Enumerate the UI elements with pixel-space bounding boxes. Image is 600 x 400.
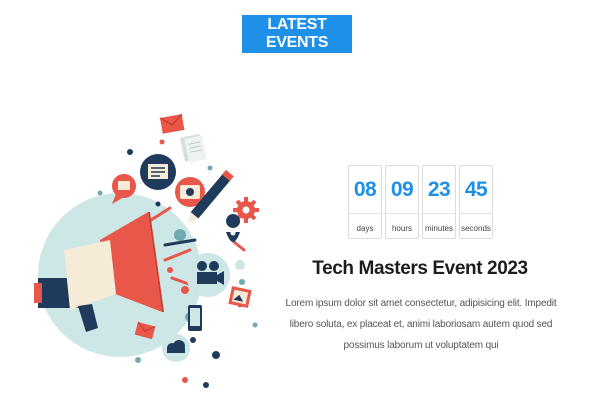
countdown-days: 08 days: [348, 165, 382, 239]
countdown-hours-value: 09: [390, 178, 414, 201]
newspaper-icon: [140, 154, 176, 190]
countdown-divider: [460, 213, 492, 214]
countdown-hours: 09 hours: [385, 165, 419, 239]
countdown-days-value: 08: [353, 178, 377, 201]
countdown-hours-label: hours: [391, 224, 412, 233]
event-marketing-illustration: [34, 113, 259, 388]
newspaper-stack-icon: [180, 133, 207, 163]
event-title: Tech Masters Event 2023: [312, 258, 528, 279]
countdown-seconds: 45 seconds: [459, 165, 493, 239]
countdown-divider: [423, 213, 455, 214]
film-camera-icon: [186, 253, 230, 297]
latest-events-button[interactable]: LATEST EVENTS: [242, 15, 352, 53]
countdown-divider: [386, 213, 418, 214]
event-description: Lorem ipsum dolor sit amet consectetur, …: [285, 298, 557, 351]
countdown-seconds-label: seconds: [461, 224, 491, 233]
countdown-minutes: 23 minutes: [422, 165, 456, 239]
countdown-minutes-value: 23: [427, 178, 451, 201]
countdown-divider: [349, 213, 381, 214]
smartphone-icon: [188, 305, 202, 331]
countdown-minutes-label: minutes: [424, 224, 453, 233]
photo-icon: [228, 286, 252, 308]
cloud-icon: [162, 334, 190, 362]
countdown-seconds-value: 45: [464, 178, 488, 201]
countdown-days-label: days: [356, 224, 374, 233]
envelope-icon: [159, 113, 185, 134]
